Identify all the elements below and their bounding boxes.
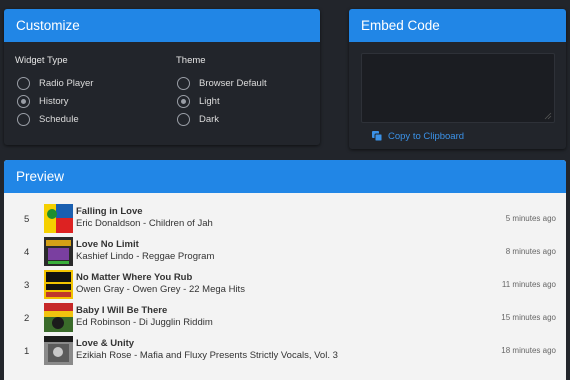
preview-header: Preview [4, 160, 566, 193]
radio-indicator[interactable] [177, 112, 190, 126]
track-rank: 2 [24, 313, 30, 324]
album-art [44, 336, 73, 365]
radio-indicator[interactable] [177, 94, 190, 108]
track-subtitle: Kashief Lindo - Reggae Program [76, 251, 215, 262]
resize-grip-icon[interactable] [544, 112, 552, 120]
track-row[interactable]: 2 Baby I Will Be There Ed Robinson - Di … [4, 303, 566, 336]
album-art [44, 204, 73, 233]
track-rank: 4 [24, 247, 30, 258]
album-art [44, 303, 73, 332]
track-title: Baby I Will Be There [76, 305, 168, 316]
track-time: 8 minutes ago [505, 247, 556, 256]
customize-panel: Customize Widget Type Radio Player Histo… [4, 9, 320, 145]
track-subtitle: Owen Gray - Owen Grey - 22 Mega Hits [76, 284, 245, 295]
track-subtitle: Eric Donaldson - Children of Jah [76, 218, 213, 229]
album-art [44, 237, 73, 266]
track-time: 5 minutes ago [505, 214, 556, 223]
radio-widget-radio-player[interactable]: Radio Player [17, 76, 93, 90]
clipboard-icon [372, 131, 383, 142]
embed-code-panel: Embed Code Copy to Clipboard [349, 9, 566, 149]
track-title: Falling in Love [76, 206, 143, 217]
radio-label: Light [199, 95, 220, 107]
track-time: 15 minutes ago [501, 313, 556, 322]
radio-widget-history[interactable]: History [17, 94, 69, 108]
radio-indicator[interactable] [17, 112, 30, 126]
track-row[interactable]: 1 Love & Unity Ezikiah Rose - Mafia and … [4, 336, 566, 369]
track-title: Love No Limit [76, 239, 139, 250]
preview-panel: Preview 5 Falling in Love Eric Donaldson… [4, 160, 566, 380]
track-title: No Matter Where You Rub [76, 272, 193, 283]
track-time: 11 minutes ago [501, 280, 556, 289]
radio-theme-browser-default[interactable]: Browser Default [177, 76, 267, 90]
album-art [44, 270, 73, 299]
track-subtitle: Ezikiah Rose - Mafia and Fluxy Presents … [76, 350, 338, 361]
copy-label: Copy to Clipboard [388, 130, 465, 142]
radio-theme-dark[interactable]: Dark [177, 112, 219, 126]
radio-label: Radio Player [39, 77, 94, 89]
radio-indicator[interactable] [17, 76, 30, 90]
track-rank: 3 [24, 280, 30, 291]
track-row[interactable]: 3 No Matter Where You Rub Owen Gray - Ow… [4, 270, 566, 303]
radio-theme-light[interactable]: Light [177, 94, 220, 108]
embed-header: Embed Code [349, 9, 566, 42]
radio-label: Dark [199, 113, 220, 125]
radio-label: History [39, 95, 69, 107]
track-row[interactable]: 5 Falling in Love Eric Donaldson - Child… [4, 204, 566, 237]
theme-label: Theme [176, 55, 206, 66]
radio-widget-schedule[interactable]: Schedule [17, 112, 79, 126]
track-row[interactable]: 4 Love No Limit Kashief Lindo - Reggae P… [4, 237, 566, 270]
embed-title: Embed Code [361, 18, 440, 33]
radio-indicator[interactable] [17, 94, 30, 108]
customize-title: Customize [16, 18, 80, 33]
radio-label: Browser Default [199, 77, 267, 89]
preview-title: Preview [16, 169, 65, 184]
radio-indicator[interactable] [177, 76, 190, 90]
embed-code-textarea[interactable] [361, 53, 555, 123]
track-rank: 5 [24, 214, 30, 225]
track-subtitle: Ed Robinson - Di Jugglin Riddim [76, 317, 213, 328]
copy-to-clipboard-button[interactable]: Copy to Clipboard [371, 130, 464, 142]
customize-header: Customize [4, 9, 320, 42]
track-title: Love & Unity [76, 338, 135, 349]
track-time: 18 minutes ago [501, 346, 556, 355]
track-rank: 1 [24, 346, 30, 357]
widget-type-label: Widget Type [15, 55, 68, 66]
radio-label: Schedule [39, 113, 79, 125]
